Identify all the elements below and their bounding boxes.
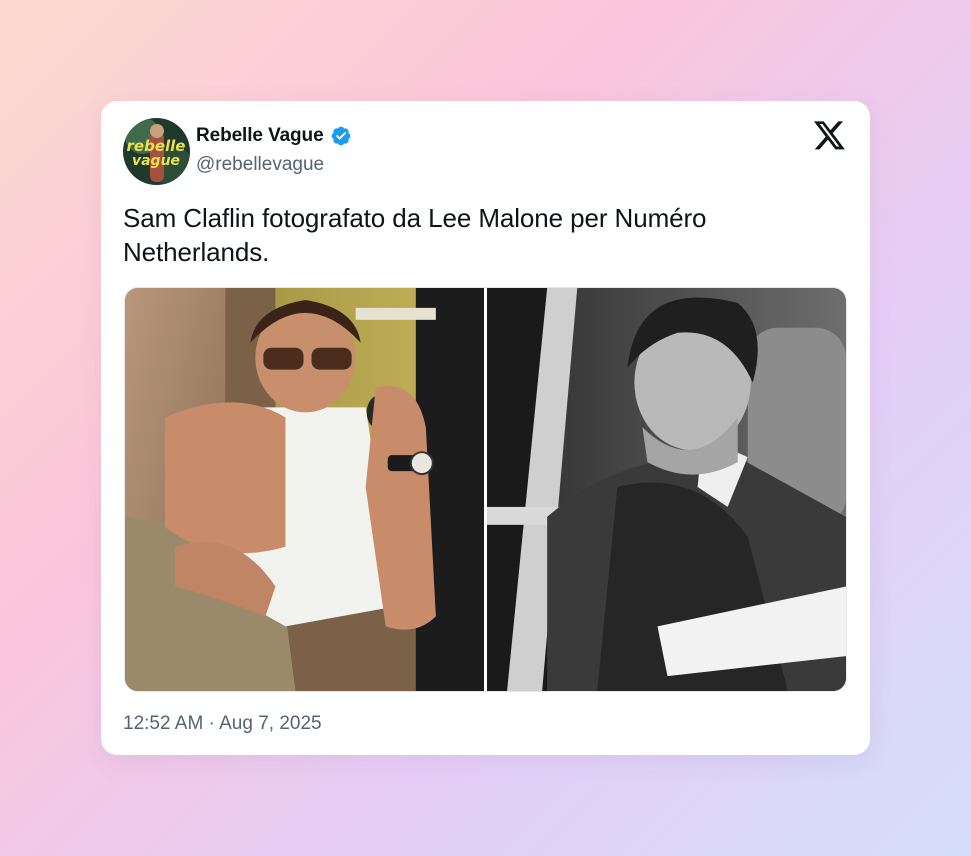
author-handle[interactable]: @rebellevague [196, 154, 324, 176]
svg-text:vague: vague [132, 153, 180, 169]
avatar-image: rebelle vague [123, 118, 190, 185]
post-card[interactable]: rebelle vague Rebelle Vague @rebellevagu… [101, 101, 870, 755]
media-photo-2[interactable] [487, 288, 846, 691]
post-timestamp[interactable]: 12:52 AM · Aug 7, 2025 [123, 713, 322, 735]
author-display-name[interactable]: Rebelle Vague [196, 125, 324, 147]
media-photo-1[interactable] [125, 288, 484, 691]
author-name-row: Rebelle Vague [196, 123, 352, 149]
x-logo-icon[interactable] [814, 121, 846, 151]
media-grid [124, 287, 847, 692]
post-text: Sam Claflin fotografato da Lee Malone pe… [123, 203, 707, 267]
avatar[interactable]: rebelle vague [123, 118, 190, 185]
verified-badge-icon [331, 126, 350, 146]
photo-color-image [125, 288, 484, 691]
photo-bw-image [487, 288, 846, 691]
